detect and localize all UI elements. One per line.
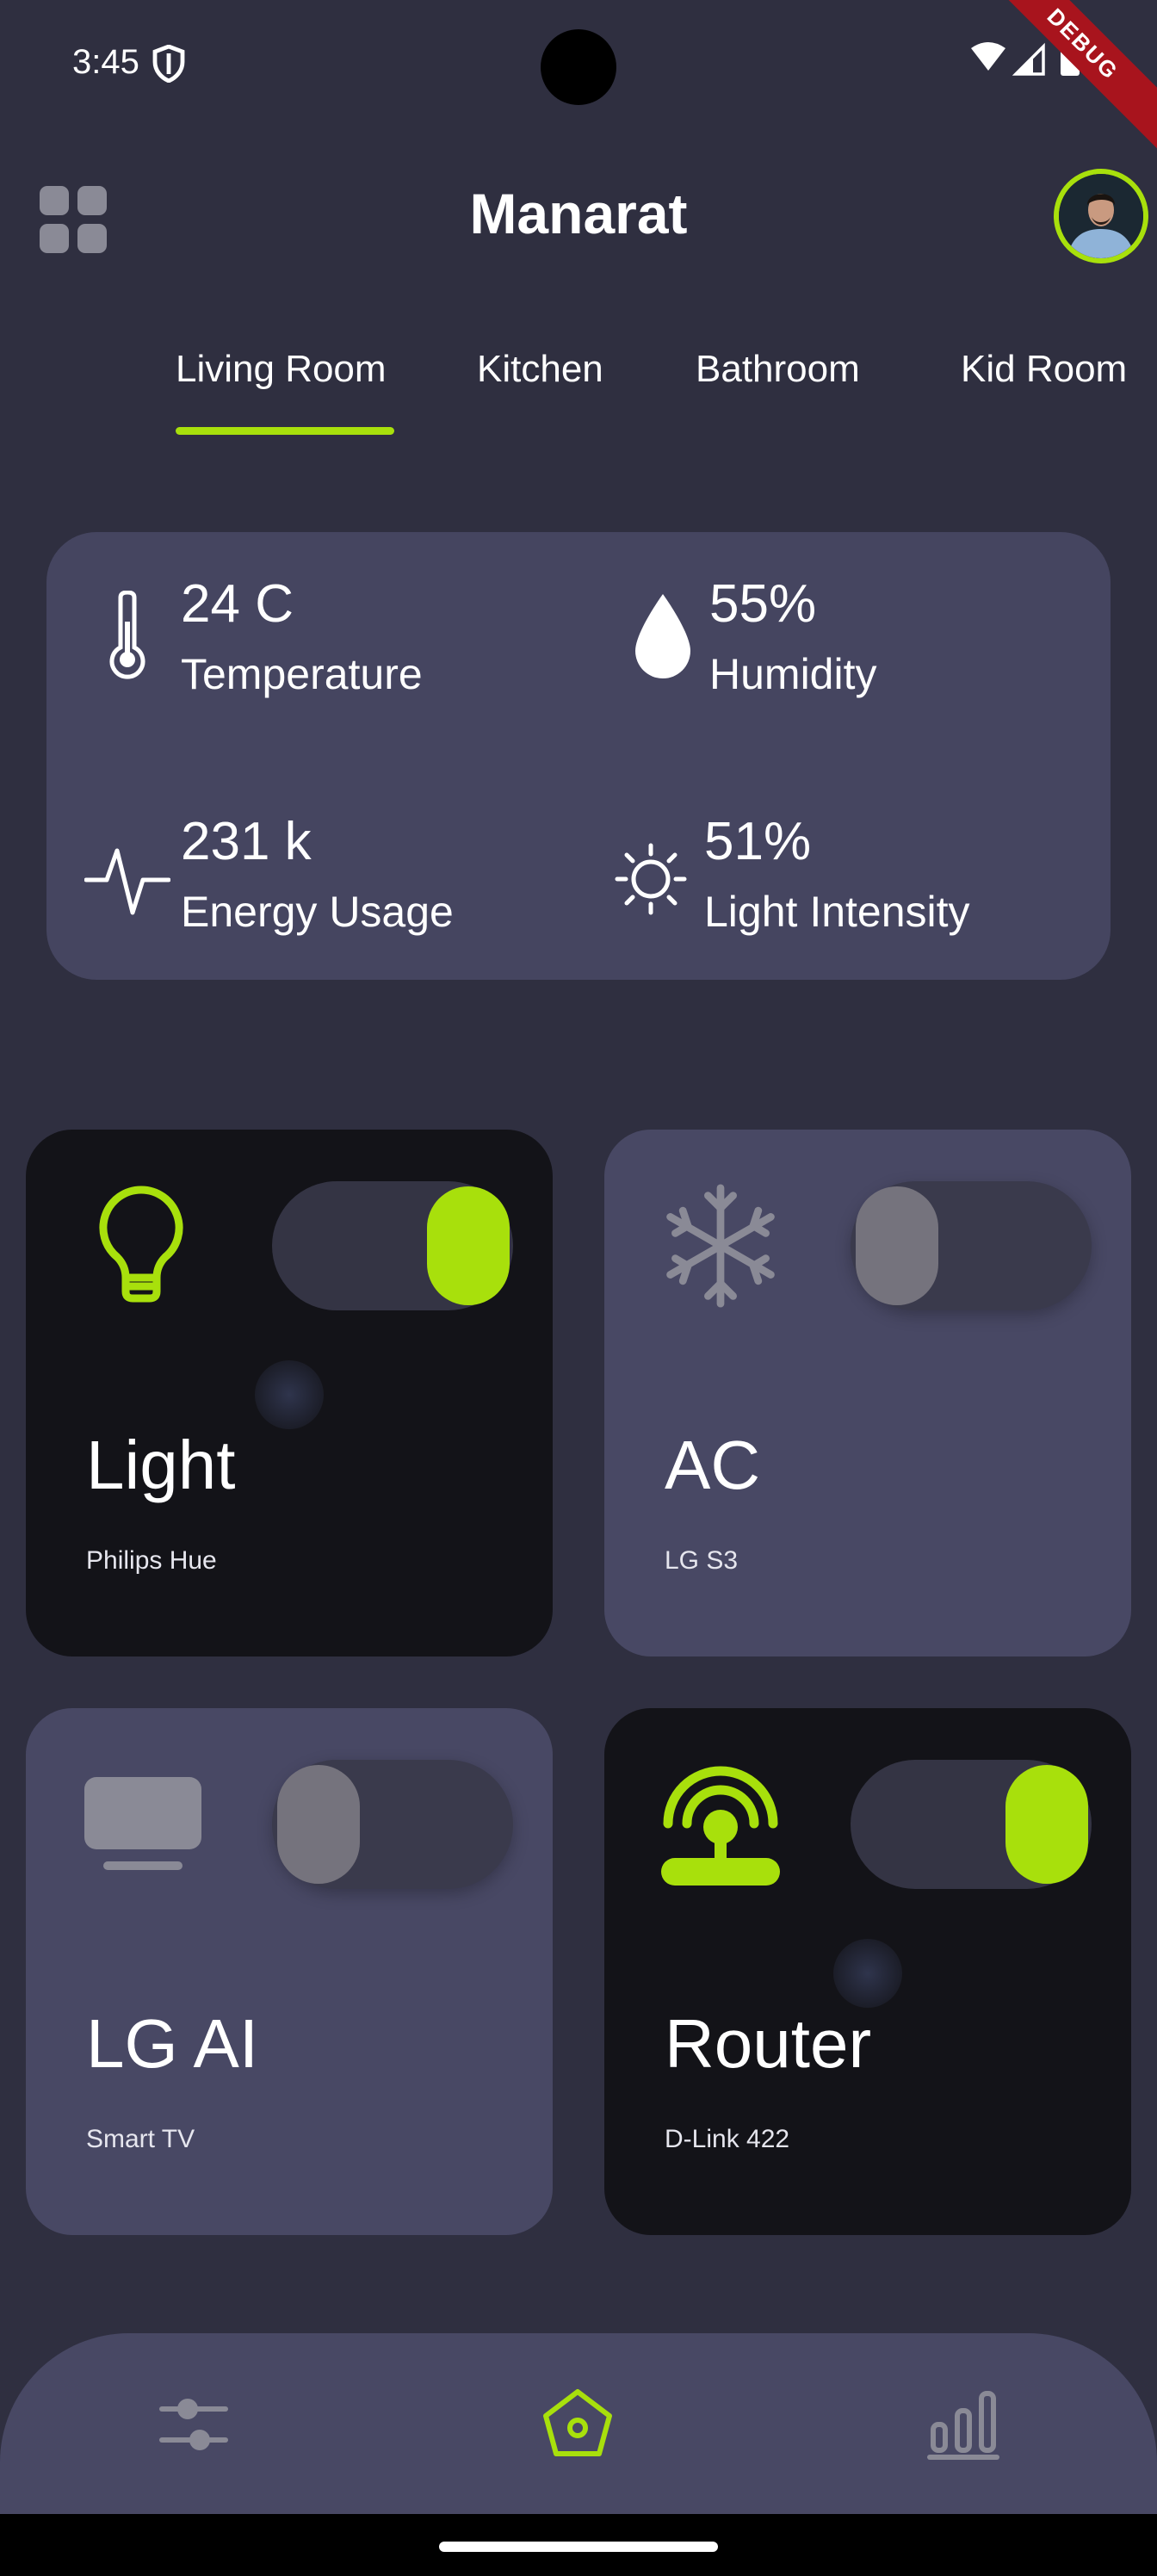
snowflake-icon	[666, 1184, 775, 1308]
user-avatar[interactable]	[1054, 169, 1148, 263]
tv-power-toggle[interactable]	[272, 1760, 513, 1889]
light-intensity-label: Light Intensity	[704, 888, 970, 936]
device-model-lg-ai: Smart TV	[86, 2125, 195, 2153]
lightbulb-icon	[99, 1186, 183, 1303]
toggle-knob	[1005, 1765, 1088, 1884]
wifi-icon	[971, 42, 1005, 71]
device-name-lg-ai: LG AI	[86, 2005, 259, 2082]
toggle-knob	[427, 1186, 510, 1305]
temperature-value: 24 C	[181, 574, 294, 634]
device-name-ac: AC	[665, 1427, 761, 1503]
shield-icon	[152, 45, 185, 83]
router-icon	[661, 1766, 780, 1886]
device-model-router: D-Link 422	[665, 2125, 790, 2153]
water-drop-icon	[635, 594, 690, 678]
bar-chart-icon[interactable]	[925, 2385, 1002, 2462]
signal-icon	[1012, 42, 1045, 76]
device-name-light: Light	[86, 1427, 236, 1503]
humidity-label: Humidity	[709, 650, 877, 698]
router-power-toggle[interactable]	[851, 1760, 1092, 1889]
tab-living-room[interactable]: Living Room	[176, 348, 387, 391]
sliders-icon[interactable]	[155, 2387, 232, 2464]
thermometer-icon	[109, 591, 145, 679]
tab-bathroom[interactable]: Bathroom	[696, 348, 860, 391]
card-glow	[833, 1939, 902, 2008]
tab-kid-room[interactable]: Kid Room	[961, 348, 1127, 391]
device-model-ac: LG S3	[665, 1546, 739, 1575]
home-gesture-indicator[interactable]	[439, 2542, 718, 2552]
energy-usage-value: 231 k	[181, 812, 312, 871]
activity-pulse-icon	[84, 848, 170, 915]
energy-usage-label: Energy Usage	[181, 888, 454, 936]
status-time: 3:45	[72, 43, 139, 81]
device-model-light: Philips Hue	[86, 1546, 217, 1575]
sun-icon	[615, 843, 687, 915]
ac-power-toggle[interactable]	[851, 1181, 1092, 1310]
temperature-label: Temperature	[181, 650, 423, 698]
active-tab-indicator	[176, 427, 394, 435]
toggle-knob	[856, 1186, 938, 1305]
humidity-value: 55%	[709, 574, 817, 634]
camera-cutout	[541, 29, 616, 105]
toggle-knob	[277, 1765, 360, 1884]
light-power-toggle[interactable]	[272, 1181, 513, 1310]
card-glow	[255, 1360, 324, 1429]
app-title: Manarat	[469, 182, 688, 245]
light-intensity-value: 51%	[704, 812, 812, 871]
home-icon[interactable]	[539, 2385, 616, 2462]
tab-kitchen[interactable]: Kitchen	[477, 348, 603, 391]
device-name-router: Router	[665, 2005, 872, 2082]
tv-icon	[84, 1777, 201, 1870]
avatar-portrait	[1059, 174, 1143, 258]
